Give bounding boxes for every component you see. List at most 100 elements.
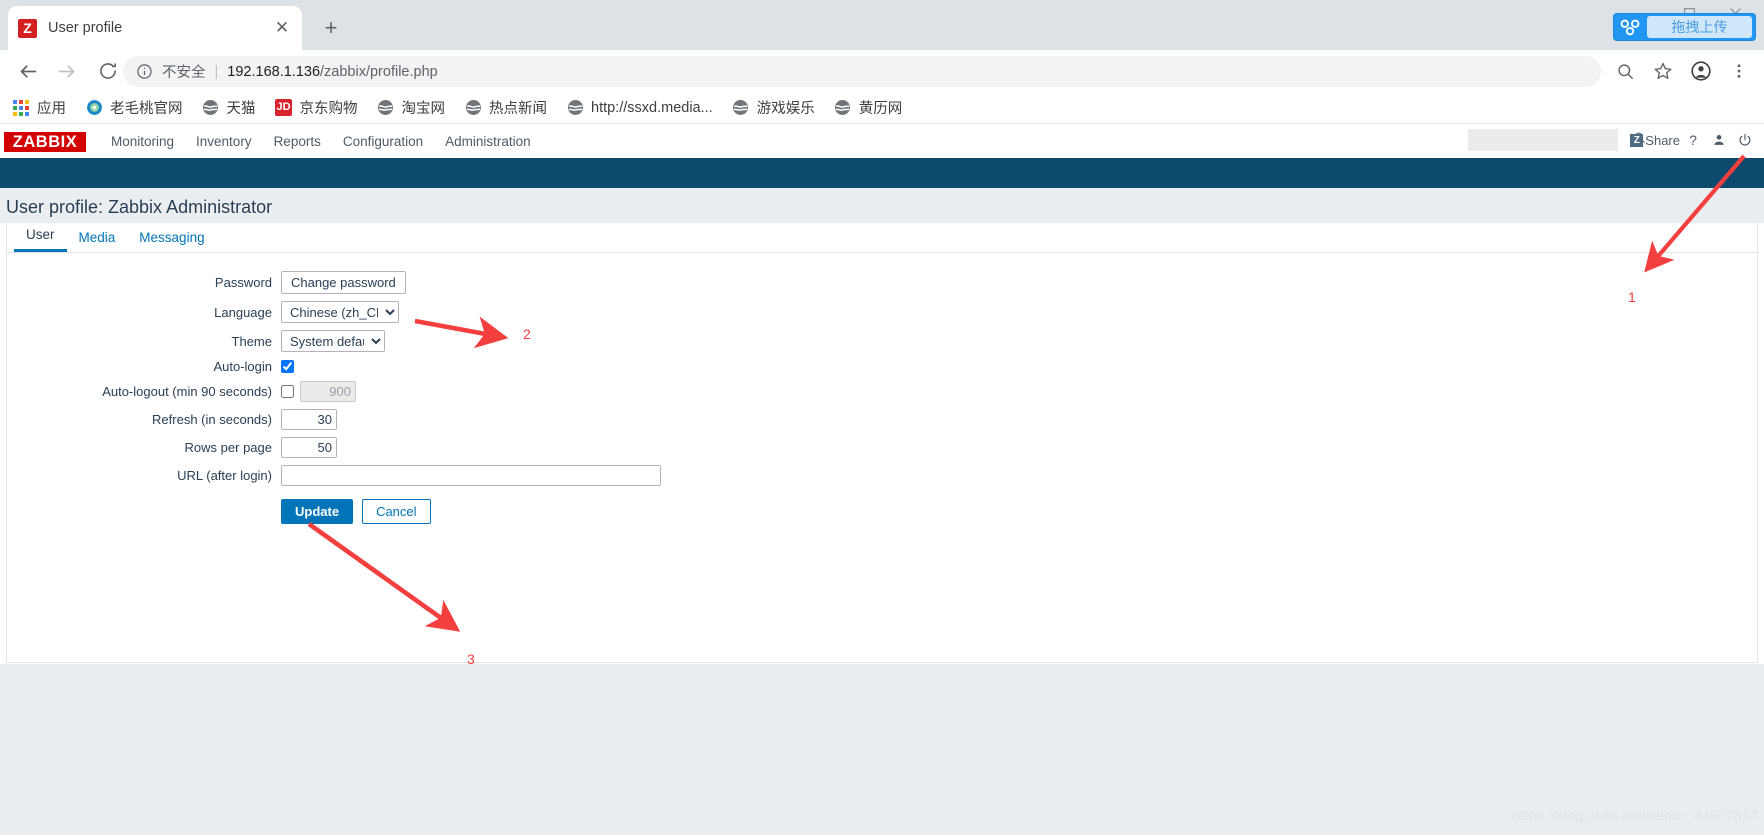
form-row-theme: Theme System default <box>7 330 1757 352</box>
page-title: User profile: Zabbix Administrator <box>6 197 273 217</box>
netdisk-upload-label: 拖拽上传 <box>1647 16 1752 38</box>
auto-logout-checkbox[interactable] <box>281 385 294 398</box>
search-input[interactable] <box>1474 132 1634 148</box>
bookmark-laomaotao[interactable]: 老毛桃官网 <box>85 97 183 118</box>
address-bar[interactable]: 不安全 | 192.168.1.136/zabbix/profile.php <box>123 56 1601 87</box>
change-password-button[interactable]: Change password <box>281 271 406 294</box>
share-button[interactable]: Z Share <box>1630 133 1680 148</box>
update-button[interactable]: Update <box>281 499 354 524</box>
three-dot-menu-icon[interactable] <box>1722 54 1756 88</box>
tab-strip: Z User profile ✕ + <box>0 0 1764 50</box>
bookmark-games[interactable]: 游戏娱乐 <box>732 97 815 118</box>
nav-item-reports[interactable]: Reports <box>263 134 332 149</box>
power-icon[interactable] <box>1732 129 1758 151</box>
refresh-label: Refresh (in seconds) <box>152 412 272 427</box>
language-select[interactable]: Chinese (zh_CN) <box>281 301 399 323</box>
form-row-language: Language Chinese (zh_CN) <box>7 301 1757 323</box>
netdisk-drag-upload-widget[interactable]: 拖拽上传 <box>1613 13 1756 41</box>
tab-media[interactable]: Media <box>67 230 128 252</box>
bookmark-jd[interactable]: JD 京东购物 <box>275 97 358 118</box>
annotation-label-2: 2 <box>523 326 531 342</box>
apps-grid-icon <box>12 99 30 117</box>
form-row-rows-per-page: Rows per page <box>7 437 1757 458</box>
globe-grey-icon <box>202 99 220 117</box>
bookmark-label: 应用 <box>37 101 66 117</box>
auto-login-label: Auto-login <box>213 359 272 374</box>
auto-login-checkbox[interactable] <box>281 360 294 373</box>
annotation-label-3: 3 <box>467 651 475 667</box>
account-avatar-icon[interactable] <box>1684 54 1718 88</box>
url-after-login-input[interactable] <box>281 465 661 486</box>
baidu-netdisk-icon <box>1613 13 1647 41</box>
profile-form-panel: User Media Messaging Password Change pas… <box>6 223 1758 663</box>
back-arrow-icon[interactable] <box>9 52 47 90</box>
browser-toolbar: 不安全 | 192.168.1.136/zabbix/profile.php <box>0 50 1764 92</box>
bookmark-label: 黄历网 <box>858 101 903 117</box>
bookmark-huangli[interactable]: 黄历网 <box>834 97 903 118</box>
tab-title: User profile <box>48 20 123 36</box>
jd-icon: JD <box>275 99 293 117</box>
address-bar-url: 192.168.1.136/zabbix/profile.php <box>227 64 437 80</box>
info-circle-icon[interactable] <box>136 63 154 81</box>
globe-grey-icon <box>377 99 395 117</box>
bookmark-label: 老毛桃官网 <box>110 101 183 117</box>
theme-label: Theme <box>231 333 272 349</box>
annotation-label-1: 1 <box>1628 289 1636 305</box>
tab-close-icon[interactable]: ✕ <box>272 18 292 38</box>
nav-item-configuration[interactable]: Configuration <box>332 134 434 149</box>
bookmark-tmall[interactable]: 天猫 <box>202 97 256 118</box>
zabbix-main-menu: Monitoring Inventory Reports Configurati… <box>100 134 542 149</box>
form-row-auto-login: Auto-login <box>7 359 1757 374</box>
security-status-text: 不安全 <box>162 65 206 81</box>
bookmark-ssxd-media[interactable]: http://ssxd.media... <box>566 99 713 117</box>
url-path: /zabbix/profile.php <box>320 63 438 80</box>
url-host: 192.168.1.136 <box>227 63 321 80</box>
cancel-button[interactable]: Cancel <box>362 499 431 524</box>
share-badge-icon: Z <box>1630 133 1644 147</box>
refresh-input[interactable] <box>281 409 337 430</box>
screenshot-root: Z User profile ✕ + 拖拽上传 不安全 | 192.168.1.… <box>0 0 1764 835</box>
rows-per-page-label: Rows per page <box>184 440 272 455</box>
omnibox-separator: | <box>214 63 219 80</box>
new-tab-icon[interactable]: + <box>318 16 344 42</box>
bookmark-apps[interactable]: 应用 <box>12 97 66 118</box>
zabbix-logo[interactable]: ZABBIX <box>4 131 86 152</box>
nav-item-monitoring[interactable]: Monitoring <box>100 134 185 149</box>
help-icon[interactable]: ? <box>1680 129 1706 151</box>
auto-logout-label: Auto-logout (min 90 seconds) <box>102 384 272 399</box>
browser-tab-strip: Z User profile ✕ + 拖拽上传 <box>0 0 1764 50</box>
toolbar-right-icons <box>1608 54 1756 88</box>
nav-item-inventory[interactable]: Inventory <box>185 134 263 149</box>
bookmark-label: 淘宝网 <box>401 101 446 117</box>
zabbix-search-box[interactable] <box>1468 129 1646 151</box>
globe-grey-icon <box>464 99 482 117</box>
form-action-buttons: Update Cancel <box>7 499 1757 524</box>
theme-select[interactable]: System default <box>281 330 385 352</box>
bookmarks-bar: 应用 老毛桃官网 天猫 JD 京东购物 淘宝网 热点新闻 http://ssxd… <box>0 92 1764 124</box>
form-row-password: Password Change password <box>7 271 1757 294</box>
user-profile-form: Password Change password Language Chines… <box>7 253 1757 524</box>
bookmark-label: 游戏娱乐 <box>756 101 815 117</box>
form-row-url-after-login: URL (after login) <box>7 465 1757 486</box>
csdn-watermark: https://blog.csdn.net/weixin_44907813 <box>1512 807 1758 823</box>
tab-messaging[interactable]: Messaging <box>127 230 216 252</box>
forward-arrow-icon <box>47 52 85 90</box>
bookmark-taobao[interactable]: 淘宝网 <box>377 97 446 118</box>
tab-user[interactable]: User <box>14 227 67 252</box>
zabbix-header-band <box>0 158 1764 188</box>
nav-item-administration[interactable]: Administration <box>434 134 542 149</box>
browser-tab[interactable]: Z User profile ✕ <box>8 6 302 50</box>
globe-grey-icon <box>566 99 584 117</box>
zabbix-page: ZABBIX Monitoring Inventory Reports Conf… <box>0 125 1764 835</box>
bookmark-hotnews[interactable]: 热点新闻 <box>464 97 547 118</box>
tab-favicon-zabbix: Z <box>18 18 37 38</box>
reload-icon[interactable] <box>89 52 127 90</box>
globe-grey-icon <box>834 99 852 117</box>
user-icon[interactable] <box>1706 129 1732 151</box>
profile-tabs: User Media Messaging <box>7 223 1757 253</box>
url-after-login-label: URL (after login) <box>177 468 272 483</box>
star-icon[interactable] <box>1646 54 1680 88</box>
search-zoom-icon[interactable] <box>1608 54 1642 88</box>
rows-per-page-input[interactable] <box>281 437 337 458</box>
language-label: Language <box>214 304 272 320</box>
